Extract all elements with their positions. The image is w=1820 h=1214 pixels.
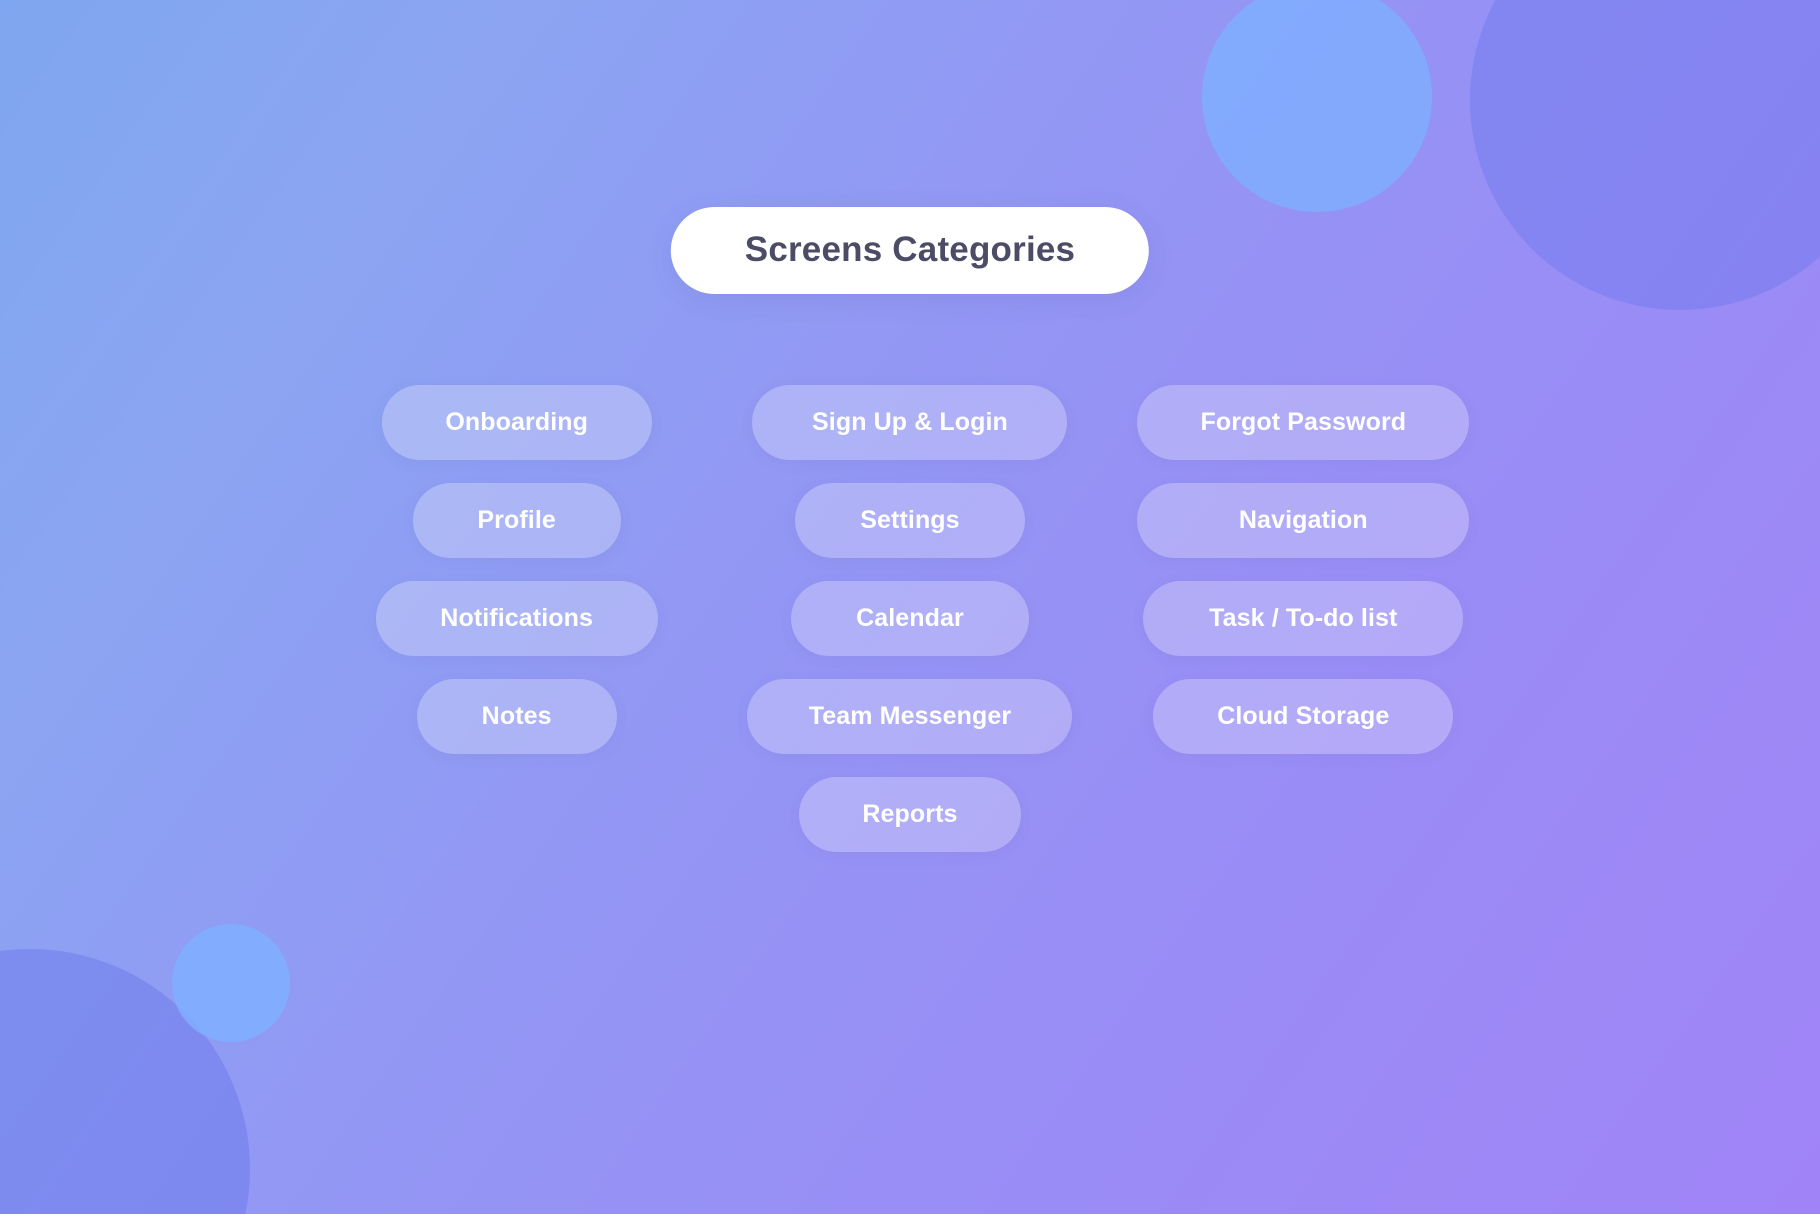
category-label: Forgot Password — [1200, 408, 1407, 436]
category-task-todo-list[interactable]: Task / To-do list — [1143, 581, 1464, 656]
category-sign-up-login[interactable]: Sign Up & Login — [752, 385, 1068, 460]
decorative-circle-bottom-left-small — [172, 924, 290, 1042]
category-notifications[interactable]: Notifications — [375, 581, 658, 656]
category-label: Sign Up & Login — [812, 408, 1008, 436]
category-cell: Onboarding — [320, 385, 713, 460]
category-label: Navigation — [1238, 506, 1368, 534]
category-label: Team Messenger — [808, 702, 1012, 730]
category-label: Notes — [481, 702, 552, 730]
category-label: Cloud Storage — [1217, 702, 1390, 730]
category-settings[interactable]: Settings — [794, 483, 1025, 558]
decorative-circle-bottom-left-large — [0, 949, 250, 1214]
category-calendar[interactable]: Calendar — [790, 581, 1029, 656]
category-grid: Onboarding Sign Up & Login Forgot Password… — [0, 385, 1820, 852]
category-label: Notifications — [440, 604, 593, 632]
category-row: Onboarding Sign Up & Login Forgot Password — [320, 385, 1500, 460]
category-cell: Sign Up & Login — [713, 385, 1106, 460]
category-navigation[interactable]: Navigation — [1137, 483, 1470, 558]
category-cell: Settings — [713, 483, 1106, 558]
category-cloud-storage[interactable]: Cloud Storage — [1153, 679, 1454, 754]
category-cell: Cloud Storage — [1107, 679, 1500, 754]
category-forgot-password[interactable]: Forgot Password — [1137, 385, 1470, 460]
category-label: Reports — [862, 800, 958, 828]
category-label: Onboarding — [445, 408, 588, 436]
decorative-circle-top-right-small — [1202, 0, 1432, 212]
page-title: Screens Categories — [744, 230, 1076, 269]
category-onboarding[interactable]: Onboarding — [381, 385, 652, 460]
page-title-pill: Screens Categories — [670, 207, 1150, 294]
screens-categories-page: Screens Categories Onboarding Sign Up & L… — [0, 0, 1820, 1214]
category-cell: Navigation — [1107, 483, 1500, 558]
category-row: Reports — [320, 777, 1500, 852]
category-row: Profile Settings Navigation — [320, 483, 1500, 558]
category-notes[interactable]: Notes — [416, 679, 617, 754]
category-team-messenger[interactable]: Team Messenger — [747, 679, 1073, 754]
category-cell: Notifications — [320, 581, 713, 656]
category-label: Settings — [860, 506, 960, 534]
category-cell: Forgot Password — [1107, 385, 1500, 460]
category-cell: Calendar — [713, 581, 1106, 656]
category-row: Notifications Calendar Task / To-do list — [320, 581, 1500, 656]
category-row: Notes Team Messenger Cloud Storage — [320, 679, 1500, 754]
category-profile[interactable]: Profile — [412, 483, 621, 558]
category-label: Calendar — [856, 604, 964, 632]
category-cell: Notes — [320, 679, 713, 754]
category-label: Task / To-do list — [1209, 604, 1398, 632]
decorative-circle-top-right-large — [1470, 0, 1820, 310]
category-reports[interactable]: Reports — [798, 777, 1021, 852]
category-label: Profile — [477, 506, 556, 534]
category-cell: Task / To-do list — [1107, 581, 1500, 656]
category-cell: Reports — [713, 777, 1106, 852]
category-cell: Profile — [320, 483, 713, 558]
category-cell: Team Messenger — [713, 679, 1106, 754]
